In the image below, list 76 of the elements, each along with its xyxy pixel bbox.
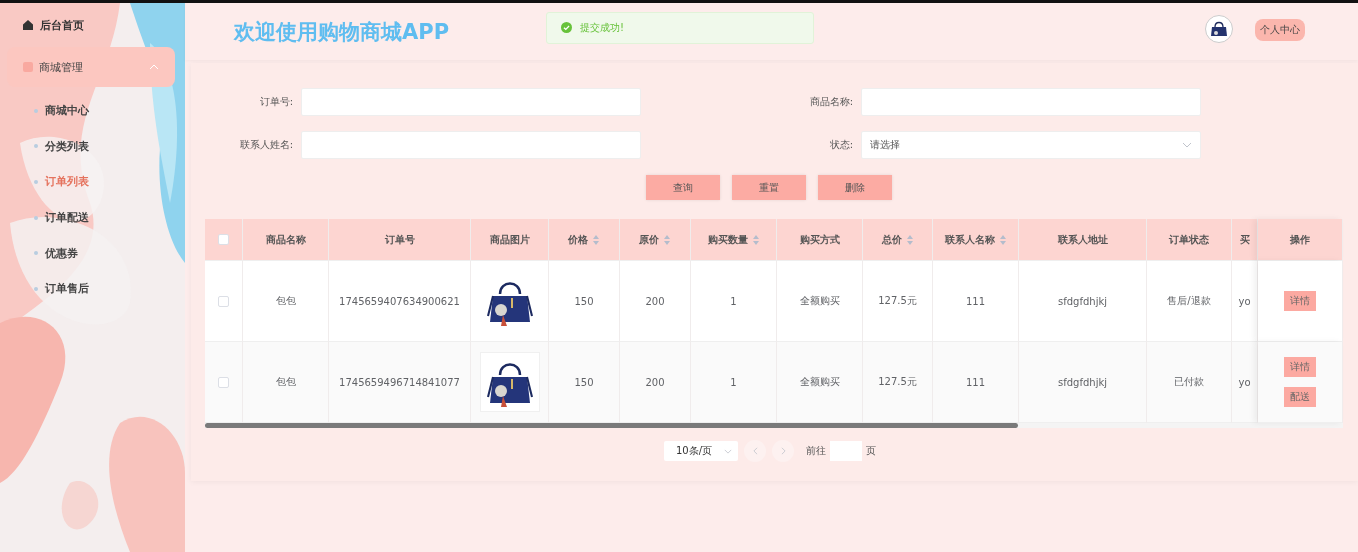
menu-group[interactable]: 商城管理 — [7, 47, 175, 87]
chevron-left-icon — [752, 447, 758, 455]
column-header: 买 — [1239, 232, 1250, 247]
field-label: 联系人姓名: — [239, 138, 293, 152]
home-icon — [22, 19, 34, 31]
field-label: 商品名称: — [809, 95, 853, 109]
menu-item[interactable]: 优惠券 — [0, 235, 185, 271]
column-header: 联系人地址 — [1057, 232, 1108, 247]
chevron-down-icon — [724, 448, 733, 454]
column-header: 购买数量 — [707, 232, 748, 247]
sort-icon[interactable] — [751, 233, 760, 246]
table-cell: 1745659407634900621 — [339, 295, 460, 307]
column-header: 商品图片 — [489, 232, 530, 247]
table-cell: sfdgfdhjkj — [1058, 376, 1107, 388]
table-cell: 1745659496714841077 — [339, 376, 460, 388]
table-cell: 已付款 — [1174, 375, 1204, 389]
table-cell: 包包 — [275, 375, 296, 389]
column-header: 价格 — [568, 232, 588, 247]
table-cell: 111 — [965, 376, 986, 388]
column-header: 订单号 — [384, 232, 415, 247]
table-cell: 包包 — [275, 294, 296, 308]
column-header: 购买方式 — [799, 232, 840, 247]
action-button[interactable]: 重置 — [732, 175, 806, 200]
column-header: 操作 — [1290, 232, 1310, 247]
page-unit-label: 页 — [866, 444, 877, 458]
table-cell: 200 — [645, 376, 665, 388]
action-button[interactable]: 查询 — [646, 175, 720, 200]
shop-icon — [23, 62, 33, 72]
field-label: 订单号: — [259, 95, 293, 109]
previous-page-button[interactable] — [744, 440, 767, 462]
scrollbar-thumb[interactable] — [205, 423, 1018, 428]
menu-item[interactable]: 分类列表 — [0, 128, 185, 165]
next-page-button[interactable] — [772, 440, 795, 462]
chevron-right-icon — [780, 447, 786, 455]
column-header: 商品名称 — [265, 232, 306, 247]
column-header: 原价 — [639, 232, 659, 247]
chevron-down-icon — [1182, 142, 1192, 148]
page-size-select[interactable]: 10条/页 — [664, 441, 739, 461]
column-header: 订单状态 — [1169, 232, 1209, 247]
avatar[interactable] — [1205, 14, 1233, 43]
sort-icon[interactable] — [998, 233, 1007, 246]
app-title: 欢迎使用购物商城APP — [234, 18, 451, 46]
table-cell: sfdgfdhjkj — [1058, 295, 1107, 307]
menu-item[interactable]: 订单售后 — [0, 270, 185, 307]
menu-item[interactable]: 商城中心 — [0, 93, 185, 129]
table-cell: yo — [1238, 295, 1251, 307]
checkbox[interactable] — [218, 234, 229, 245]
table-cell: 150 — [574, 376, 594, 388]
table-cell: 1 — [730, 295, 737, 307]
table-cell: 1 — [730, 376, 737, 388]
goto-label: 前往 — [806, 444, 827, 458]
check-circle-icon — [561, 22, 572, 33]
action-button[interactable]: 删除 — [818, 175, 892, 200]
checkbox[interactable] — [218, 295, 229, 307]
table-cell: 200 — [645, 295, 665, 307]
column-header: 联系人名称 — [944, 232, 995, 247]
sort-icon[interactable] — [905, 233, 914, 246]
sort-icon[interactable] — [592, 233, 600, 246]
field-label: 状态: — [829, 138, 853, 152]
table-cell: 售后/退款 — [1167, 294, 1211, 308]
caret-icon — [149, 64, 159, 70]
table-cell: 127.5元 — [878, 294, 917, 308]
table-cell: 全额购买 — [799, 375, 840, 389]
checkbox[interactable] — [218, 376, 229, 388]
status-select[interactable]: 请选择 — [861, 131, 1201, 159]
home-menu-item[interactable]: 后台首页 — [0, 13, 185, 37]
table-cell: 150 — [574, 295, 594, 307]
user-center-button[interactable]: 个人中心 — [1255, 18, 1305, 41]
table-cell: 111 — [965, 295, 986, 307]
table-cell: yo — [1238, 376, 1251, 388]
table-cell: 127.5元 — [878, 375, 917, 389]
sort-icon[interactable] — [663, 233, 671, 246]
toast-message: 提交成功! — [580, 20, 624, 35]
column-header: 总价 — [881, 232, 902, 247]
menu-item[interactable]: 订单配送 — [0, 199, 185, 236]
table-cell: 全额购买 — [799, 294, 840, 308]
